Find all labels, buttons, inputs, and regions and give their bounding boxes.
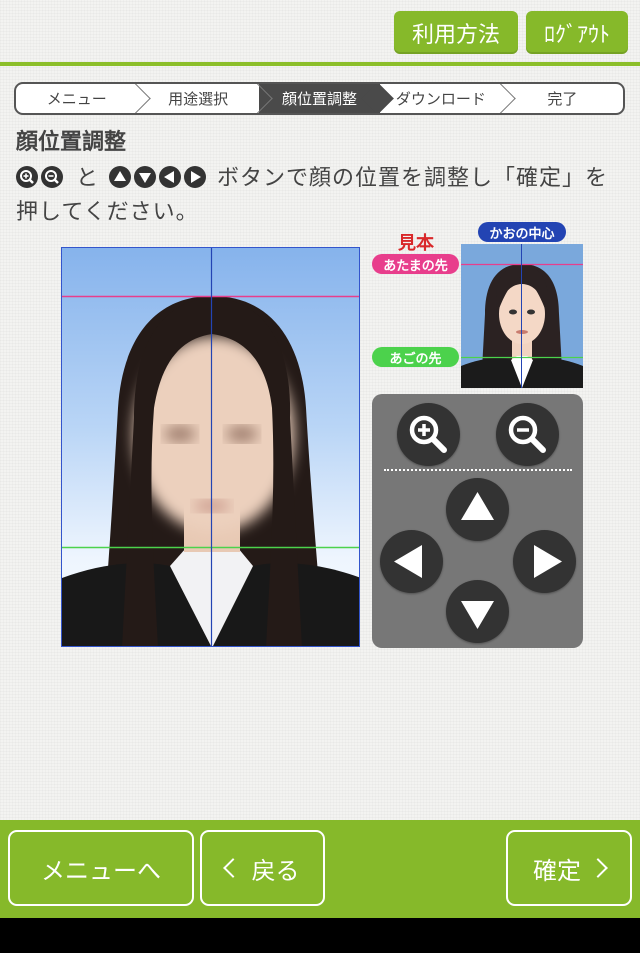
top-bar: 利用方法 ﾛｸﾞｱｳﾄ [0,0,640,66]
logout-button[interactable]: ﾛｸﾞｱｳﾄ [526,11,628,54]
confirm-button[interactable]: 確定 [506,830,632,906]
move-right-button[interactable] [513,530,576,593]
footer-bar: メニューへ 戻る 確定 [0,820,640,918]
head-top-label: あたまの先 [372,254,459,274]
photo-figure [62,248,359,646]
instruction-text: と ボタンで顔の位置を調整し「確定」を押してください。 [16,162,628,230]
step-download: ダウンロード [380,84,516,113]
step-label: ダウンロード [395,90,486,108]
sample-image [461,244,583,388]
zoom-out-icon [508,415,546,453]
progress-steps: メニュー 用途選択 顔位置調整 ダウンロード 完了 [14,82,625,115]
step-face-position: 顔位置調整 [258,84,394,113]
zoom-out-button[interactable] [496,403,559,466]
back-button[interactable]: 戻る [200,830,325,906]
sample-title: 見本 [398,233,434,254]
divider [384,469,572,471]
step-label: メニュー [46,90,107,108]
page-title: 顔位置調整 [16,130,127,155]
bottom-black-bar [0,918,640,953]
arrow-left-icon [159,166,182,188]
step-label: 完了 [547,90,578,108]
sample-illustration [461,244,583,388]
step-menu: メニュー [16,84,152,113]
confirm-button-label: 確定 [533,856,581,885]
step-label: 顔位置調整 [282,90,358,108]
instruction-rest: ボタンで顔の位置を調整し「確定」を押してください。 [16,166,609,225]
zoom-in-icon [16,166,38,188]
arrow-right-icon [534,545,562,578]
zoom-out-icon [41,166,63,188]
zoom-in-icon [409,415,447,453]
step-purpose: 用途選択 [137,84,273,113]
arrow-up-icon [109,166,132,188]
how-to-use-button[interactable]: 利用方法 [394,11,518,54]
menu-button[interactable]: メニューへ [8,830,194,906]
chevron-right-icon [588,858,608,878]
menu-button-label: メニューへ [41,856,161,885]
arrow-left-icon [394,545,422,578]
arrow-down-icon [134,166,157,188]
zoom-in-button[interactable] [397,403,460,466]
move-up-button[interactable] [446,478,509,541]
chin-label: あごの先 [372,347,459,367]
arrow-down-icon [461,601,494,629]
adjustment-photo[interactable] [61,247,360,647]
back-button-label: 戻る [251,856,300,885]
step-label: 用途選択 [168,90,229,108]
chevron-left-icon [222,858,243,878]
step-complete: 完了 [502,84,623,113]
arrow-up-icon [461,492,494,520]
instruction-and: と [76,166,100,191]
move-left-button[interactable] [380,530,443,593]
arrow-right-icon [184,166,207,188]
move-down-button[interactable] [446,580,509,643]
face-center-label: かおの中心 [478,222,566,242]
